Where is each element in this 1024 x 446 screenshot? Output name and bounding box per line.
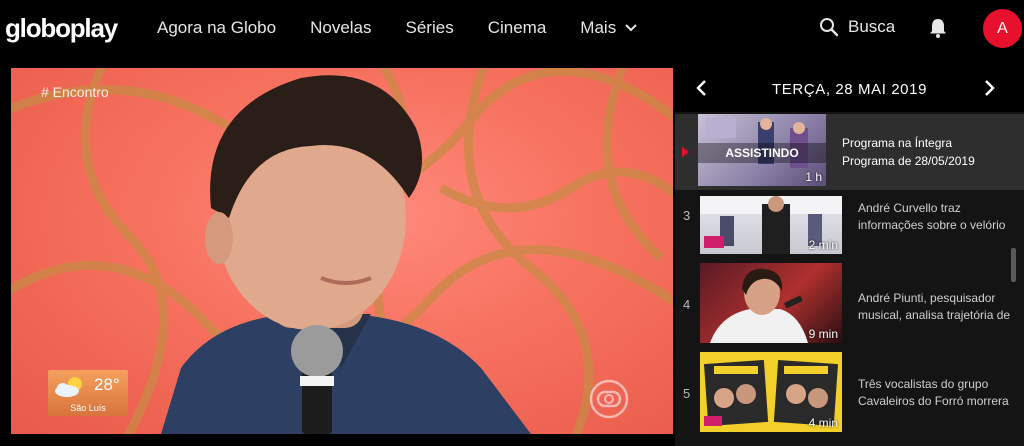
- description-line: musical, analisa trajetória de: [858, 308, 1011, 322]
- description-line: Três vocalistas do grupo: [858, 377, 989, 391]
- watching-badge: ASSISTINDO: [698, 143, 826, 163]
- weather-city: São Luís: [70, 403, 106, 413]
- play-indicator-icon: [682, 147, 689, 157]
- bell-icon[interactable]: [927, 17, 949, 39]
- globoplay-logo[interactable]: globoplay: [5, 13, 118, 44]
- description-line: informações sobre o velório: [858, 218, 1006, 232]
- current-date: TERÇA, 28 MAI 2019: [771, 81, 928, 98]
- now-playing-subtitle: Programa de 28/05/2019: [842, 154, 975, 168]
- description-line: André Curvello traz: [858, 201, 961, 215]
- date-selector: TERÇA, 28 MAI 2019: [675, 64, 1024, 112]
- weather-badge: 28° São Luís: [48, 370, 128, 416]
- weather-temperature: 28°: [94, 375, 120, 394]
- program-hashtag: # Encontro: [41, 84, 109, 100]
- nav-label: Cinema: [487, 18, 547, 37]
- item-number: 4: [683, 297, 691, 312]
- top-navigation-bar: globoplay Agora na Globo Novelas Séries …: [0, 0, 1024, 58]
- partly-cloudy-icon: [55, 377, 82, 397]
- nav-item-series[interactable]: Séries: [406, 18, 454, 38]
- item-number: 5: [683, 386, 691, 401]
- user-avatar[interactable]: A: [983, 9, 1022, 48]
- main-nav: Agora na Globo Novelas Séries Cinema Mai…: [157, 18, 672, 38]
- chevron-right-icon[interactable]: [980, 79, 998, 97]
- item-number: 3: [683, 208, 691, 223]
- nav-label: Novelas: [310, 18, 372, 37]
- item-thumbnail[interactable]: 2 min: [700, 196, 842, 254]
- nav-item-cinema[interactable]: Cinema: [488, 18, 547, 38]
- search-button[interactable]: Busca: [819, 17, 895, 37]
- description-line: Cavaleiros do Forró morrera: [858, 394, 1009, 408]
- now-playing-thumbnail[interactable]: ASSISTINDO 1 h: [698, 114, 826, 186]
- nav-item-novelas[interactable]: Novelas: [310, 18, 371, 38]
- nav-label: Séries: [405, 18, 454, 37]
- now-playing-item[interactable]: ASSISTINDO 1 h Programa na Íntegra Progr…: [675, 114, 1024, 190]
- search-label: Busca: [848, 17, 896, 36]
- duration-label: 2 min: [808, 238, 838, 252]
- nav-label: Mais: [580, 18, 617, 37]
- panel-scrollbar[interactable]: [1011, 248, 1016, 282]
- item-thumbnail[interactable]: 4 min: [700, 352, 842, 432]
- chevron-down-icon: [625, 24, 637, 32]
- description-line: André Piunti, pesquisador: [858, 291, 996, 305]
- episode-panel: TERÇA, 28 MAI 2019 ASSISTINDO 1 h Progra…: [675, 64, 1024, 446]
- item-description: Três vocalistas do grupo Cavaleiros do F…: [858, 376, 1018, 410]
- now-playing-title: Programa na Íntegra: [842, 136, 953, 150]
- duration-label: 4 min: [808, 416, 838, 430]
- nav-item-agora-na-globo[interactable]: Agora na Globo: [157, 18, 276, 38]
- nav-label: Agora na Globo: [157, 18, 277, 37]
- duration-label: 1 h: [805, 170, 822, 184]
- nav-item-mais[interactable]: Mais: [580, 18, 638, 38]
- duration-label: 9 min: [808, 327, 838, 341]
- item-description: André Piunti, pesquisador musical, anali…: [858, 290, 1018, 324]
- video-player[interactable]: # Encontro 28° São Luís: [11, 68, 673, 434]
- search-icon: [820, 18, 839, 37]
- item-thumbnail[interactable]: 9 min: [700, 263, 842, 343]
- item-description: André Curvello traz informações sobre o …: [858, 200, 1018, 234]
- globo-watermark-icon: [589, 379, 629, 419]
